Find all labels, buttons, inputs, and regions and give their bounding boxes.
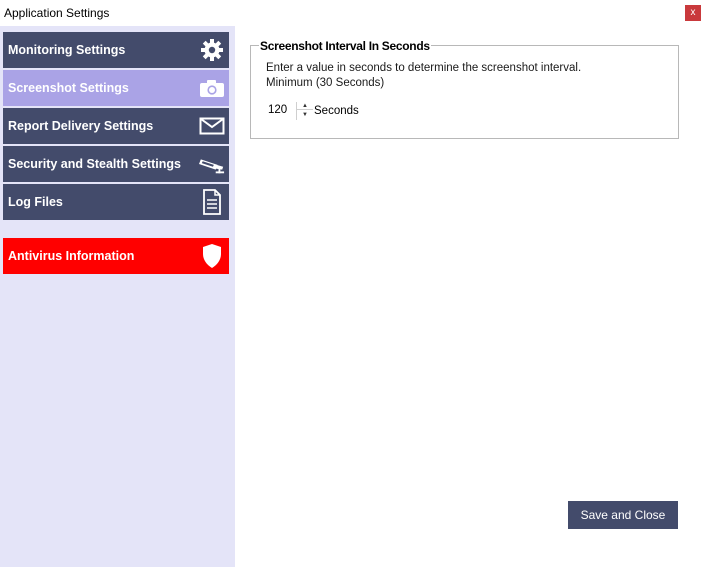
sidebar-item-security-and-stealth-settings[interactable]: Security and Stealth Settings	[3, 146, 229, 182]
interval-stepper[interactable]: 120 ▲ ▼	[264, 101, 313, 120]
sidebar-item-antivirus-information[interactable]: Antivirus Information	[3, 238, 229, 274]
main-panel: Screenshot Interval In Seconds Enter a v…	[235, 26, 704, 567]
shield-icon	[199, 243, 225, 269]
window-title: Application Settings	[4, 6, 110, 20]
sidebar-item-label: Security and Stealth Settings	[8, 157, 181, 171]
sidebar-item-label: Report Delivery Settings	[8, 119, 154, 133]
security-camera-icon	[199, 151, 225, 177]
sidebar-item-label: Monitoring Settings	[8, 43, 126, 57]
envelope-icon	[199, 113, 225, 139]
sidebar-item-monitoring-settings[interactable]: Monitoring Settings	[3, 32, 229, 68]
gear-icon	[199, 37, 225, 63]
stepper-arrows: ▲ ▼	[296, 102, 313, 120]
sidebar-item-label: Log Files	[8, 195, 63, 209]
sidebar-item-label: Screenshot Settings	[8, 81, 129, 95]
interval-description: Enter a value in seconds to determine th…	[266, 61, 581, 91]
group-title: Screenshot Interval In Seconds	[259, 39, 431, 53]
save-and-close-button[interactable]: Save and Close	[568, 501, 678, 529]
minimum-note: Minimum (30 Seconds)	[266, 77, 385, 89]
screenshot-interval-group: Screenshot Interval In Seconds Enter a v…	[250, 39, 679, 139]
document-icon	[199, 189, 225, 215]
camera-icon	[199, 75, 225, 101]
sidebar-item-label: Antivirus Information	[8, 249, 135, 263]
description-line: Enter a value in seconds to determine th…	[266, 62, 582, 74]
stepper-down-button[interactable]: ▼	[297, 111, 313, 119]
interval-value[interactable]: 120	[268, 104, 287, 116]
close-button[interactable]: x	[685, 5, 701, 21]
sidebar: Monitoring Settings Screenshot Settings	[0, 26, 235, 567]
sidebar-item-screenshot-settings[interactable]: Screenshot Settings	[3, 70, 229, 106]
stepper-up-button[interactable]: ▲	[297, 102, 313, 110]
title-bar: Application Settings x	[0, 0, 704, 26]
sidebar-item-log-files[interactable]: Log Files	[3, 184, 229, 220]
sidebar-item-report-delivery-settings[interactable]: Report Delivery Settings	[3, 108, 229, 144]
unit-label: Seconds	[314, 105, 359, 117]
